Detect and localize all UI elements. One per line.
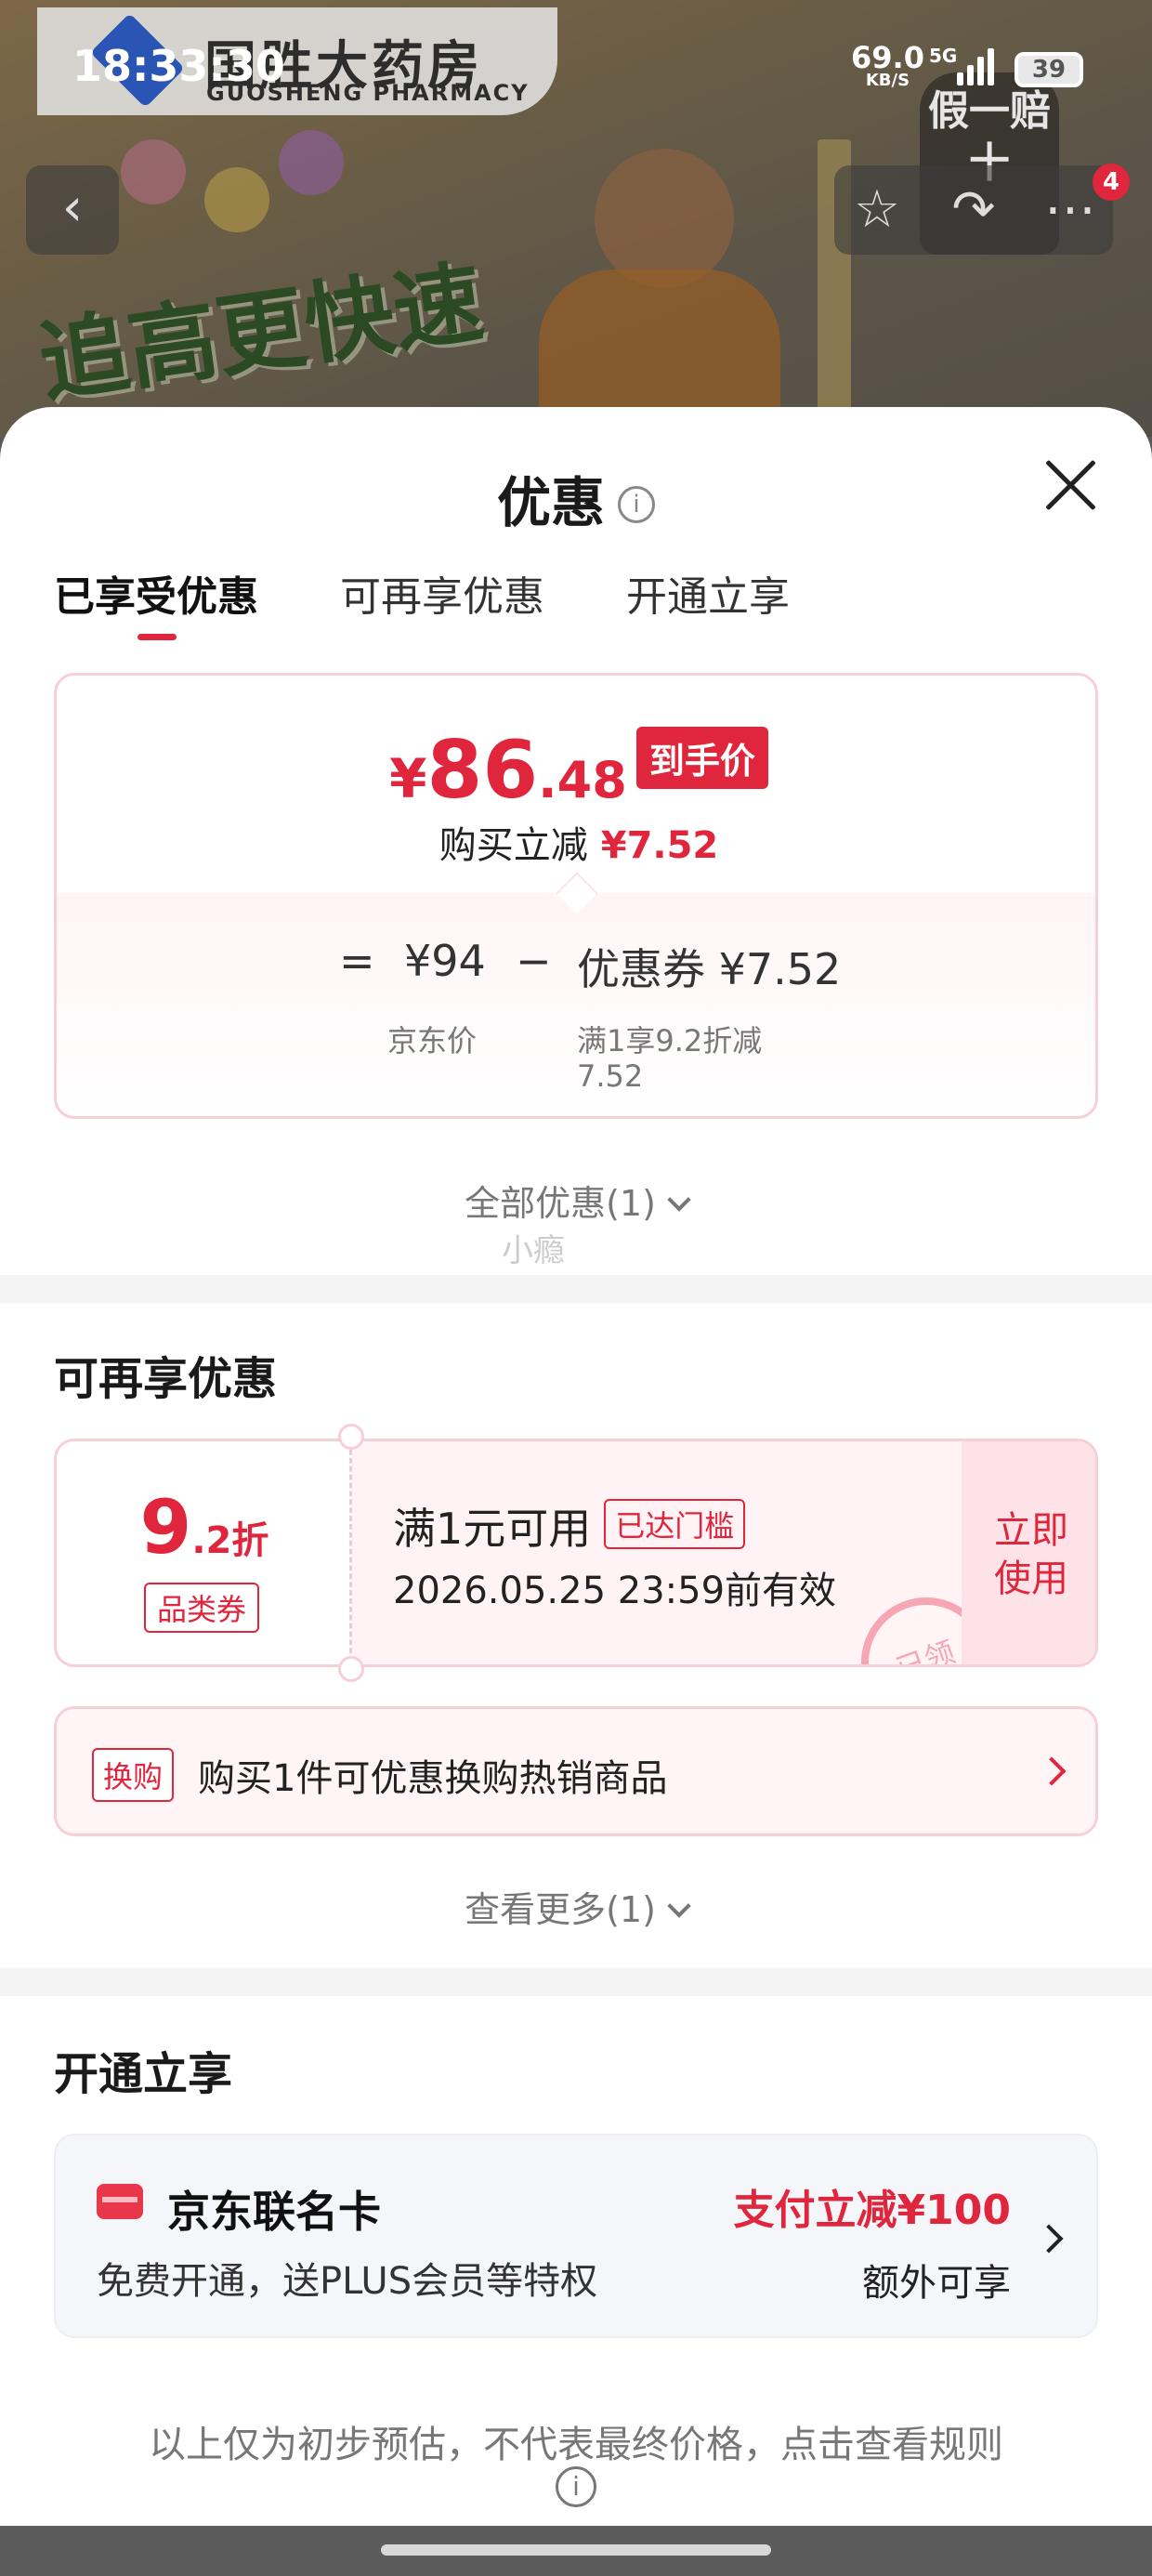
card-notch: [556, 872, 598, 914]
jd-cobrand-card-offer[interactable]: 京东联名卡 免费开通，送PLUS会员等特权 支付立减¥100 额外可享: [54, 2134, 1098, 2338]
coupon-perforation-top: [338, 1424, 364, 1450]
coupon-discount-small: .2折: [191, 1519, 269, 1562]
share-icon[interactable]: ↷: [944, 180, 1003, 240]
close-button[interactable]: [1041, 455, 1100, 515]
all-discounts-toggle[interactable]: 全部优惠(1): [0, 1175, 1152, 1226]
coupon-type-badge: 品类券: [144, 1583, 260, 1633]
system-nav-bar: [0, 2526, 1152, 2576]
credit-card-icon: [97, 2184, 143, 2219]
home-indicator[interactable]: [381, 2544, 771, 2556]
price-decimal: .48: [538, 751, 627, 809]
all-discounts-label: 全部优惠(1): [465, 1183, 656, 1224]
coupon-desc-line1: 满1享9.2折减: [577, 1023, 763, 1058]
use-now-line1: 立即: [994, 1509, 1068, 1552]
final-price: ¥86.48: [389, 724, 627, 817]
sheet-title-text: 优惠: [496, 471, 605, 534]
instant-discount-value: ¥7.52: [600, 824, 719, 867]
card-extra: 额外可享: [862, 2262, 1011, 2305]
signal-icon: [957, 46, 996, 85]
tab-open-enjoy[interactable]: 开通立享: [626, 563, 790, 623]
threshold-reached-badge: 已达门槛: [604, 1499, 746, 1549]
coupon-card: 9.2折 品类券 满1元可用 已达门槛 2026.05.25 23:59前有效 已…: [54, 1439, 1098, 1667]
jd-price-value: ¥94: [404, 936, 486, 986]
coupon-desc-line2: 7.52: [577, 1058, 644, 1094]
coupon-discount: 9.2折: [57, 1484, 352, 1571]
final-price-line: ¥86.48 到手价: [57, 724, 1095, 817]
discount-sheet: 优惠 i 已享受优惠 可再享优惠 开通立享 ¥86.48 到手价 购买立减 ¥7.52…: [0, 407, 1152, 2526]
network-speed-value: 69.0: [851, 40, 924, 75]
section-divider: [0, 1968, 1152, 1996]
price-currency: ¥: [389, 747, 427, 810]
watermark: 小瘾: [502, 1232, 565, 1269]
chevron-down-icon: [667, 1188, 691, 1212]
chevron-right-icon: [1034, 2224, 1064, 2254]
tab-active-indicator: [137, 634, 177, 640]
tab-enjoyed[interactable]: 已享受优惠: [54, 563, 258, 623]
view-more-toggle[interactable]: 查看更多(1): [0, 1881, 1152, 1932]
coupon-amount: 优惠券 ¥7.52: [577, 944, 842, 994]
coupon-expiry: 2026.05.25 23:59前有效: [393, 1570, 837, 1612]
exchange-tag: 换购: [92, 1748, 175, 1802]
chevron-down-icon: [667, 1894, 691, 1918]
tab-more-available[interactable]: 可再享优惠: [340, 563, 544, 623]
more-icon[interactable]: ⋯: [1041, 180, 1100, 240]
coupon-perforation-bottom: [338, 1656, 364, 1682]
cart-count-badge: 4: [1093, 164, 1130, 201]
instant-discount-line: 购买立减 ¥7.52: [57, 815, 1095, 869]
card-name: 京东联名卡: [167, 2187, 381, 2237]
estimate-disclaimer[interactable]: 以上仅为初步预估，不代表最终价格，点击查看规则: [0, 2414, 1152, 2468]
equals-sign: =: [339, 936, 375, 986]
coupon-condition: 满1元可用 已达门槛: [393, 1495, 746, 1557]
coupon-discount-big: 9: [139, 1484, 192, 1571]
jd-price-label: 京东价: [387, 1023, 478, 1058]
exchange-text: 购买1件可优惠换购热销商品: [198, 1757, 668, 1800]
open-enjoy-title: 开通立享: [54, 2048, 233, 2100]
network-type: 5G: [929, 45, 958, 67]
info-icon[interactable]: i: [556, 2466, 596, 2507]
card-promo: 支付立减¥100: [733, 2187, 1011, 2234]
final-price-tag: 到手价: [635, 727, 768, 789]
price-integer: 86: [426, 724, 539, 817]
coupon-condition-text: 满1元可用: [393, 1504, 592, 1554]
use-now-button[interactable]: 立即 使用: [962, 1441, 1095, 1664]
top-actions: ☆ ↷ ⋯: [834, 165, 1113, 255]
info-icon[interactable]: i: [618, 486, 655, 523]
coupon-value-area: 9.2折 品类券: [57, 1441, 352, 1664]
minus-sign: −: [516, 936, 552, 986]
sheet-title: 优惠 i: [0, 459, 1152, 537]
price-summary-card: ¥86.48 到手价 购买立减 ¥7.52 = ¥94 − 优惠券 ¥7.52 京东…: [54, 673, 1098, 1119]
exchange-offer-row[interactable]: 换购 购买1件可优惠换购热销商品: [54, 1706, 1098, 1836]
card-description: 免费开通，送PLUS会员等特权: [97, 2260, 598, 2303]
more-discounts-title: 可再享优惠: [54, 1353, 278, 1405]
status-time: 18:33:30: [72, 41, 285, 91]
view-more-label: 查看更多(1): [465, 1889, 656, 1930]
star-icon[interactable]: ☆: [847, 180, 907, 240]
battery-icon: 39: [1015, 52, 1083, 87]
chevron-left-icon: ‹: [61, 177, 84, 238]
network-speed: 69.0 KB/S: [851, 43, 924, 89]
back-button[interactable]: ‹: [26, 165, 119, 255]
use-now-line2: 使用: [994, 1557, 1068, 1600]
instant-discount-label: 购买立减: [439, 824, 588, 867]
chevron-right-icon: [1037, 1756, 1067, 1786]
section-divider: [0, 1275, 1152, 1303]
